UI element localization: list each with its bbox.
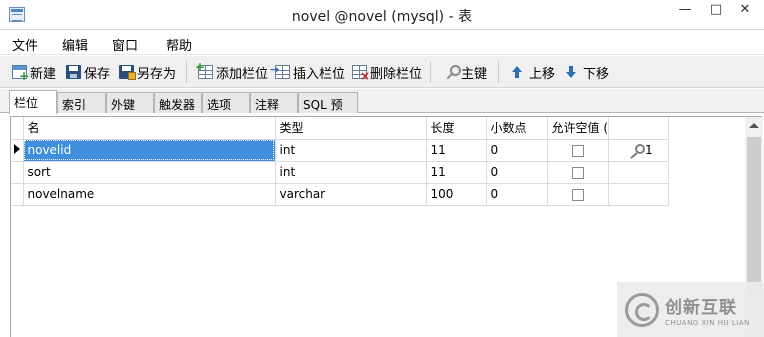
window-title: novel @novel (mysql) - 表 — [291, 9, 473, 25]
field-name-cell[interactable]: novelname — [23, 183, 276, 206]
title-bar: novel @novel (mysql) - 表 — □ ✕ — [0, 0, 764, 30]
tab-sql-preview[interactable]: SQL 预览 — [298, 92, 358, 129]
primary-key-button[interactable]: 主键 — [443, 63, 488, 82]
toolbar-separator — [186, 61, 187, 83]
minimize-button[interactable]: — — [670, 0, 700, 22]
column-header-decimals[interactable]: 小数点 — [486, 117, 548, 140]
field-name-cell[interactable]: sort — [23, 161, 276, 184]
key-cell — [608, 183, 669, 206]
delete-field-label: 删除栏位 — [370, 66, 423, 82]
allow-null-checkbox[interactable] — [571, 166, 584, 179]
add-field-label: 添加栏位 — [216, 66, 269, 82]
tab-triggers[interactable]: 触发器 — [154, 92, 202, 113]
arrow-up-icon — [511, 65, 526, 79]
watermark-sub: CHUANG XIN HU LIAN — [665, 318, 750, 327]
delete-field-icon — [352, 65, 370, 83]
move-up-label: 上移 — [529, 66, 556, 82]
menu-file[interactable]: 文件 — [12, 35, 38, 54]
toolbar-separator — [498, 61, 499, 83]
column-header-name[interactable]: 名 — [23, 117, 276, 140]
row-indicator-header — [11, 117, 24, 140]
current-row-arrow-icon — [14, 144, 20, 154]
field-name-cell[interactable]: novelid — [23, 139, 276, 162]
close-button[interactable]: ✕ — [726, 0, 764, 22]
save-icon — [66, 65, 81, 79]
insert-field-icon — [270, 63, 290, 79]
tab-indexes[interactable]: 索引 — [57, 92, 106, 113]
table-row[interactable]: sort int 11 0 — [11, 161, 669, 184]
allow-null-checkbox[interactable] — [571, 144, 584, 157]
field-type-cell[interactable]: int — [275, 139, 427, 162]
key-cell — [608, 161, 669, 184]
allow-null-checkbox[interactable] — [571, 188, 584, 201]
row-indicator — [11, 161, 24, 184]
menu-edit[interactable]: 编辑 — [62, 35, 88, 54]
save-as-button[interactable]: 另存为 — [119, 63, 177, 82]
column-header-type[interactable]: 类型 — [275, 117, 427, 140]
scroll-up-icon[interactable] — [749, 123, 759, 128]
new-label: 新建 — [30, 66, 57, 82]
allow-null-cell — [547, 161, 609, 184]
field-length-cell[interactable]: 100 — [426, 183, 487, 206]
add-field-button[interactable]: 添加栏位 — [195, 60, 269, 82]
new-table-icon — [12, 65, 29, 83]
key-order: 1 — [645, 143, 653, 157]
key-icon — [443, 65, 461, 79]
tab-options[interactable]: 选项 — [202, 92, 250, 113]
primary-key-icon — [627, 144, 645, 156]
tab-strip: 栏位 索引 外键 触发器 选项 注释 SQL 预览 — [0, 89, 764, 129]
row-indicator — [11, 183, 24, 206]
move-up-button[interactable]: 上移 — [511, 63, 556, 82]
move-down-label: 下移 — [583, 66, 610, 82]
tab-foreign-keys[interactable]: 外键 — [106, 92, 154, 113]
field-type-cell[interactable]: int — [275, 161, 427, 184]
fields-table: 名 类型 长度 小数点 允许空值 ( novelid int 11 0 1 so… — [11, 117, 669, 206]
allow-null-cell — [547, 183, 609, 206]
menu-bar: 文件 编辑 窗口 帮助 — [0, 31, 764, 55]
watermark-main: 创新互联 — [665, 297, 737, 318]
arrow-down-icon — [565, 65, 580, 79]
menu-window[interactable]: 窗口 — [112, 35, 138, 54]
key-cell: 1 — [608, 139, 669, 162]
save-button[interactable]: 保存 — [66, 63, 111, 82]
primary-key-label: 主键 — [461, 66, 488, 82]
scrollbar-thumb[interactable] — [747, 137, 761, 297]
field-decimals-cell[interactable]: 0 — [486, 161, 548, 184]
toolbar-separator — [430, 61, 431, 83]
tab-fields[interactable]: 栏位 — [9, 90, 57, 114]
menu-help[interactable]: 帮助 — [166, 35, 192, 54]
new-button[interactable]: 新建 — [12, 63, 57, 83]
field-decimals-cell[interactable]: 0 — [486, 183, 548, 206]
insert-field-button[interactable]: 插入栏位 — [270, 63, 346, 82]
column-header-length[interactable]: 长度 — [426, 117, 487, 140]
tab-comments[interactable]: 注释 — [250, 92, 298, 113]
watermark: 创新互联 CHUANG XIN HU LIAN — [617, 282, 764, 337]
watermark-logo-icon — [625, 292, 659, 327]
save-label: 保存 — [84, 66, 111, 82]
field-length-cell[interactable]: 11 — [426, 161, 487, 184]
watermark-text: 创新互联 CHUANG XIN HU LIAN — [665, 293, 750, 327]
table-row[interactable]: novelid int 11 0 1 — [11, 139, 669, 162]
save-as-label: 另存为 — [137, 66, 177, 82]
add-field-icon — [195, 60, 213, 79]
row-indicator — [11, 139, 24, 162]
column-header-key — [608, 117, 669, 140]
toolbar: 新建 保存 另存为 添加栏位 插入栏位 删除栏位 主键 上移 下移 — [0, 56, 764, 88]
column-header-allow-null[interactable]: 允许空值 ( — [547, 117, 609, 140]
field-type-cell[interactable]: varchar — [275, 183, 427, 206]
insert-field-label: 插入栏位 — [293, 66, 346, 82]
field-decimals-cell[interactable]: 0 — [486, 139, 548, 162]
header-row: 名 类型 长度 小数点 允许空值 ( — [11, 117, 669, 140]
field-length-cell[interactable]: 11 — [426, 139, 487, 162]
save-as-icon — [119, 65, 136, 80]
allow-null-cell — [547, 139, 609, 162]
move-down-button[interactable]: 下移 — [565, 63, 610, 82]
table-row[interactable]: novelname varchar 100 0 — [11, 183, 669, 206]
delete-field-button[interactable]: 删除栏位 — [352, 63, 423, 83]
